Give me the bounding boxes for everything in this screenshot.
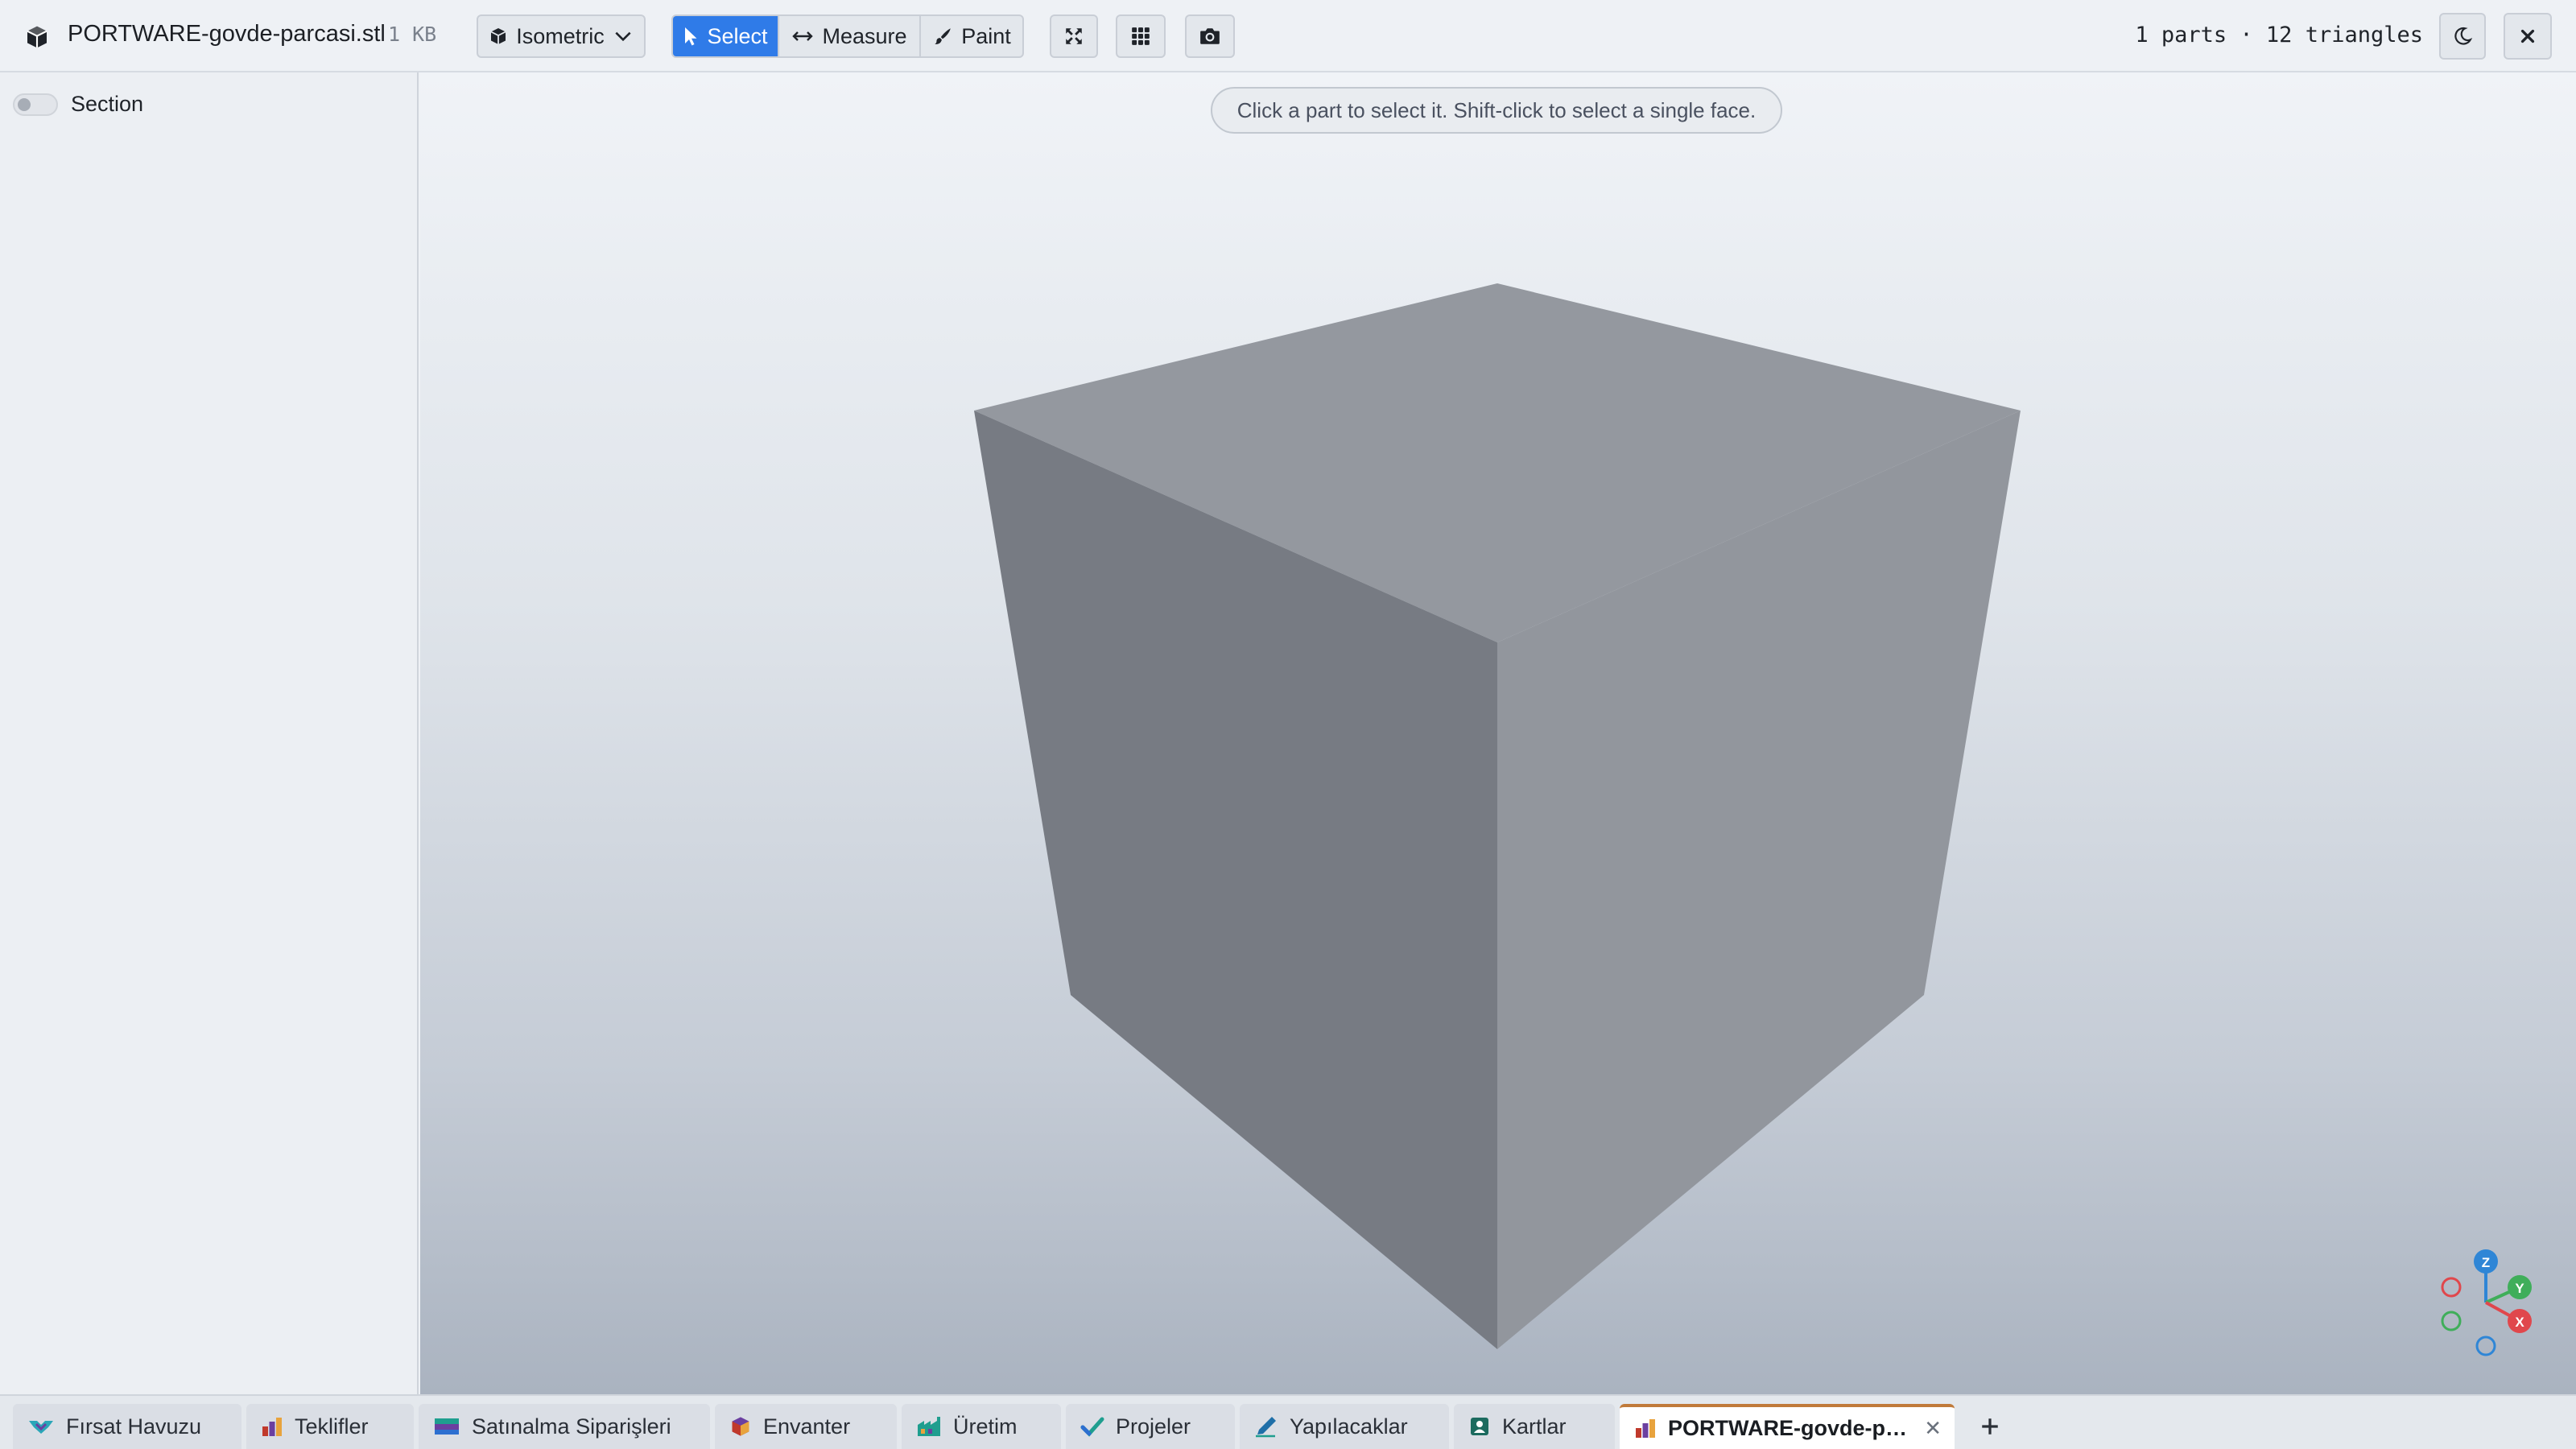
tab-bar: Fırsat Havuzu Teklifler Satınalma Sipari… — [0, 1394, 2576, 1449]
tab-kartlar[interactable]: Kartlar — [1454, 1404, 1615, 1449]
tab-firsat-havuzu[interactable]: Fırsat Havuzu — [13, 1404, 242, 1449]
cube-icon — [490, 28, 506, 44]
tab-close-icon[interactable]: ✕ — [1924, 1416, 1942, 1441]
tab-projeler[interactable]: Projeler — [1066, 1404, 1235, 1449]
model-stats: 1 parts · 12 triangles — [2135, 23, 2423, 47]
paint-mode-button[interactable]: Paint — [921, 16, 1022, 56]
tab-label: Projeler — [1116, 1414, 1191, 1439]
id-card-icon — [1471, 1418, 1488, 1435]
factory-icon — [918, 1417, 940, 1436]
toggle-knob — [18, 98, 31, 111]
y-axis-label: Y — [2515, 1281, 2524, 1296]
screenshot-button[interactable] — [1185, 14, 1235, 58]
moon-icon — [2454, 27, 2473, 45]
tab-uretim[interactable]: Üretim — [902, 1404, 1061, 1449]
section-toggle-label: Section — [71, 92, 144, 116]
x-axis-label: X — [2515, 1315, 2524, 1330]
expand-icon — [1066, 28, 1082, 44]
bar-chart-icon — [262, 1418, 282, 1436]
tab-label: Yapılacaklar — [1290, 1414, 1408, 1439]
z-axis-label: Z — [2482, 1255, 2490, 1270]
select-mode-button[interactable]: Select — [673, 16, 779, 56]
plus-icon — [1982, 1418, 1998, 1435]
tab-teklifler[interactable]: Teklifler — [246, 1404, 414, 1449]
cube-icon — [27, 26, 47, 48]
fit-view-button[interactable] — [1050, 14, 1098, 58]
close-icon — [2520, 29, 2535, 43]
file-size: 1 KB — [388, 23, 437, 46]
view-dropdown-label: Isometric — [516, 23, 605, 48]
handshake-icon — [29, 1421, 53, 1434]
tab-label: Envanter — [763, 1414, 851, 1439]
close-viewer-button[interactable] — [2504, 13, 2552, 60]
tab-portware-govde-parcasi[interactable]: PORTWARE-govde-p… ✕ — [1620, 1404, 1955, 1449]
box-icon — [732, 1417, 749, 1436]
axis-gizmo[interactable]: Z Y X — [2431, 1246, 2544, 1359]
chevron-down-icon — [615, 31, 631, 42]
tab-label: Satınalma Siparişleri — [472, 1414, 671, 1439]
tab-satinalma-siparisleri[interactable]: Satınalma Siparişleri — [419, 1404, 710, 1449]
section-toggle[interactable] — [13, 93, 58, 116]
tab-yapilacaklar[interactable]: Yapılacaklar — [1240, 1404, 1449, 1449]
grid-icon — [1132, 27, 1150, 45]
bar-chart-icon — [1636, 1419, 1655, 1438]
tab-label: Kartlar — [1502, 1414, 1567, 1439]
paint-mode-label: Paint — [961, 23, 1011, 48]
add-tab-button[interactable] — [1971, 1407, 2009, 1446]
neg-y-axis-handle[interactable] — [2441, 1311, 2462, 1331]
top-toolbar: PORTWARE-govde-parcasi.stl 1 KB Isometri… — [0, 0, 2576, 72]
mode-switcher: Select Measure Paint — [671, 14, 1024, 58]
arrows-horizontal-icon — [792, 31, 814, 41]
tab-label: Teklifler — [295, 1414, 369, 1439]
grid-toggle-button[interactable] — [1116, 14, 1166, 58]
neg-z-axis-handle[interactable] — [2475, 1335, 2496, 1356]
file-name: PORTWARE-govde-parcasi.stl — [68, 21, 386, 47]
cursor-icon — [685, 27, 697, 46]
tab-label: PORTWARE-govde-p… — [1668, 1415, 1907, 1440]
pen-icon — [1256, 1417, 1276, 1438]
card-icon — [435, 1418, 459, 1435]
check-icon — [1080, 1417, 1104, 1437]
hint-banner: Click a part to select it. Shift-click t… — [1211, 87, 1782, 134]
theme-toggle-button[interactable] — [2439, 13, 2486, 60]
sidebar: Section — [0, 72, 419, 1394]
select-mode-label: Select — [707, 23, 768, 48]
tab-envanter[interactable]: Envanter — [715, 1404, 897, 1449]
view-dropdown[interactable]: Isometric — [477, 14, 646, 58]
measure-mode-label: Measure — [822, 23, 907, 48]
tab-label: Fırsat Havuzu — [66, 1414, 202, 1439]
brush-icon — [935, 28, 951, 44]
measure-mode-button[interactable]: Measure — [779, 16, 921, 56]
tab-label: Üretim — [953, 1414, 1018, 1439]
neg-x-axis-handle[interactable] — [2441, 1277, 2462, 1298]
camera-icon — [1200, 28, 1220, 44]
